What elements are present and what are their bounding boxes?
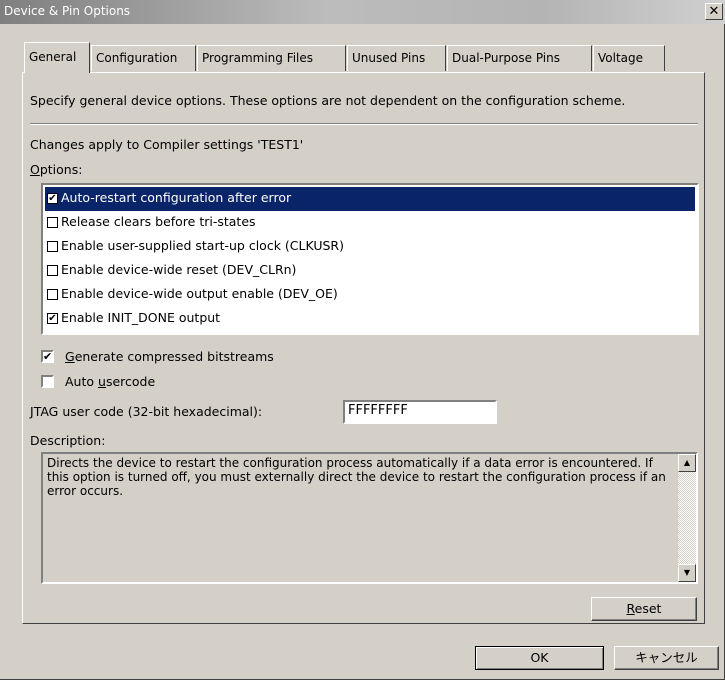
option-checkbox[interactable] bbox=[47, 217, 58, 228]
option-checkbox[interactable]: ✔ bbox=[47, 193, 58, 204]
device-pin-options-dialog: Device & Pin Options ✕ General Configura… bbox=[0, 0, 725, 680]
reset-label-rest: eset bbox=[634, 601, 662, 616]
generate-compressed-bitstreams-checkbox[interactable]: ✔ bbox=[41, 350, 54, 363]
description-label: Description: bbox=[30, 433, 106, 448]
description-scrollbar[interactable]: ▲ ▼ bbox=[678, 454, 696, 582]
option-release-clears[interactable]: Release clears before tri-states bbox=[45, 211, 695, 235]
option-dev-oe[interactable]: Enable device-wide output enable (DEV_OE… bbox=[45, 283, 695, 307]
jtag-label-rest: TAG user code (32-bit hexadecimal): bbox=[33, 404, 263, 419]
option-checkbox[interactable] bbox=[47, 265, 58, 276]
separator bbox=[30, 123, 698, 125]
description-text: Directs the device to restart the config… bbox=[47, 456, 666, 498]
option-label: Auto-restart configuration after error bbox=[61, 190, 292, 205]
option-label: Release clears before tri-states bbox=[61, 214, 256, 229]
scroll-up-icon[interactable]: ▲ bbox=[678, 454, 696, 472]
options-label-mnemonic: O bbox=[30, 162, 40, 177]
generate-compressed-bitstreams-label[interactable]: Generate compressed bitstreams bbox=[65, 349, 274, 364]
auto-usercode-label[interactable]: Auto usercode bbox=[65, 374, 155, 389]
auto-usercode-mnemonic: u bbox=[98, 374, 106, 389]
compressed-mnemonic: G bbox=[65, 349, 75, 364]
options-label-rest: ptions: bbox=[39, 162, 83, 177]
compiler-settings-note: Changes apply to Compiler settings 'TEST… bbox=[30, 137, 304, 152]
scroll-down-icon[interactable]: ▼ bbox=[678, 564, 696, 582]
option-auto-restart[interactable]: ✔ Auto-restart configuration after error bbox=[45, 187, 695, 211]
option-label: Enable device-wide reset (DEV_CLRn) bbox=[61, 262, 297, 277]
options-label: Options: bbox=[30, 162, 82, 177]
option-checkbox[interactable] bbox=[47, 241, 58, 252]
reset-button[interactable]: Reset bbox=[591, 597, 697, 621]
option-label: Enable user-supplied start-up clock (CLK… bbox=[61, 238, 344, 253]
option-clkusr[interactable]: Enable user-supplied start-up clock (CLK… bbox=[45, 235, 695, 259]
jtag-user-code-input[interactable]: FFFFFFFF bbox=[343, 400, 497, 424]
general-intro-text: Specify general device options. These op… bbox=[30, 93, 626, 108]
auto-usercode-pre: Auto bbox=[65, 374, 98, 389]
compressed-label-rest: enerate compressed bitstreams bbox=[74, 349, 274, 364]
auto-usercode-rest: sercode bbox=[105, 374, 156, 389]
options-list[interactable]: ✔ Auto-restart configuration after error… bbox=[41, 183, 699, 335]
auto-usercode-checkbox[interactable] bbox=[41, 375, 54, 388]
reset-mnemonic: R bbox=[626, 601, 635, 616]
option-checkbox[interactable]: ✔ bbox=[47, 313, 58, 324]
option-label: Enable device-wide output enable (DEV_OE… bbox=[61, 286, 338, 301]
jtag-user-code-label: JTAG user code (32-bit hexadecimal): bbox=[30, 404, 262, 419]
option-checkbox[interactable] bbox=[47, 289, 58, 300]
option-dev-clrn[interactable]: Enable device-wide reset (DEV_CLRn) bbox=[45, 259, 695, 283]
description-box[interactable]: Directs the device to restart the config… bbox=[41, 452, 698, 584]
option-label: Enable INIT_DONE output bbox=[61, 310, 221, 325]
option-init-done[interactable]: ✔ Enable INIT_DONE output bbox=[45, 307, 695, 331]
